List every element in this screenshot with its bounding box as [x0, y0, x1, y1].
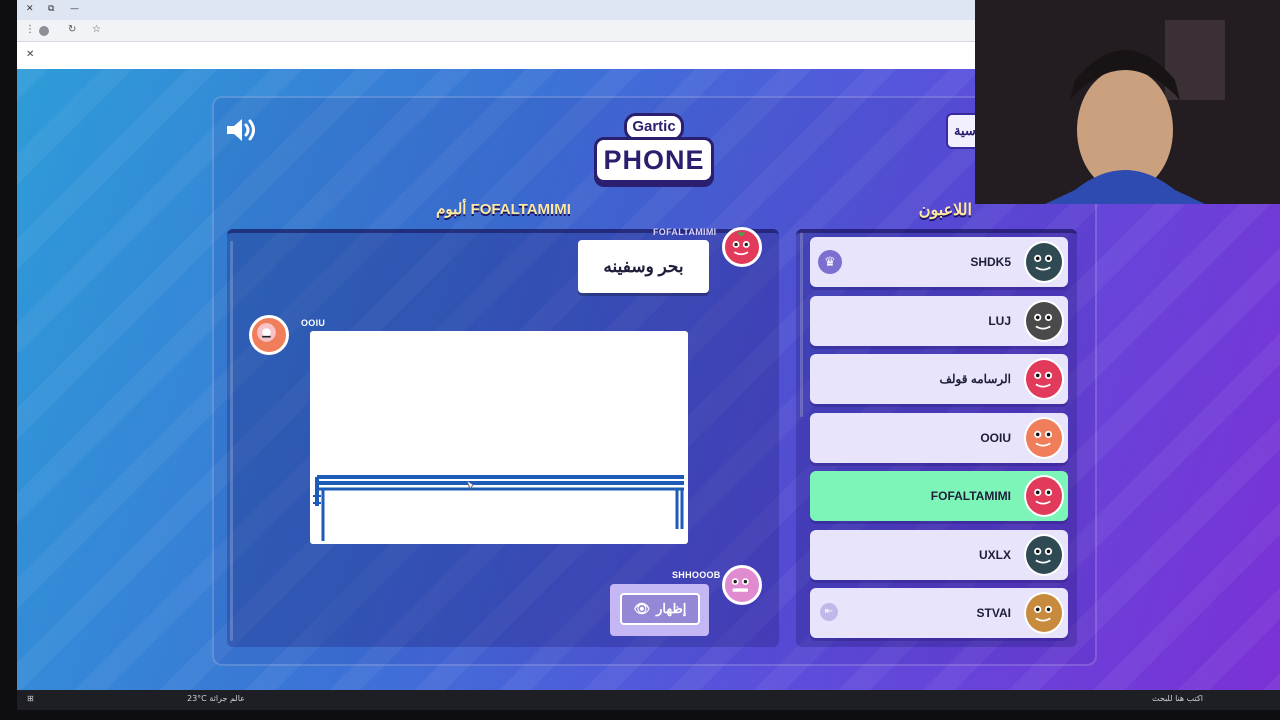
player-name: UXLX — [978, 548, 1011, 562]
players-title: اللاعبون — [918, 202, 972, 219]
taskbar: ⊞ 23°C عالم جراثة اكتب هنا للبحث — [17, 690, 1280, 710]
logo-bottom-text: PHONE — [594, 137, 714, 183]
webcam-overlay — [975, 0, 1280, 204]
entry-author: OOIU — [301, 318, 326, 328]
close-tab-icon[interactable]: ✕ — [26, 49, 34, 60]
restore-window-icon[interactable]: ⧉ — [48, 4, 54, 14]
player-name: FOFALTAMIMI — [930, 489, 1011, 503]
minimize-window-icon[interactable]: — — [70, 4, 79, 14]
album-title: ألبوم FOFALTAMIMI — [436, 201, 571, 218]
player-avatar-icon — [1024, 358, 1064, 400]
entry-text-bubble: بحر وسفينه — [578, 240, 709, 293]
address-bar: ⋮ ↻ ☆ — [17, 20, 975, 42]
kick-icon[interactable]: ⇤ — [820, 603, 838, 621]
windows-start-icon[interactable]: ⊞ — [27, 694, 34, 703]
sound-icon[interactable] — [225, 117, 259, 143]
player-avatar-icon — [1024, 241, 1064, 283]
strawberry-avatar-icon — [722, 227, 762, 267]
player-name: الرسامه قولف — [939, 372, 1011, 386]
player-avatar-icon — [1024, 475, 1064, 517]
gartic-phone-logo: Gartic PHONE — [594, 113, 714, 185]
weather-widget[interactable]: 23°C عالم جراثة — [187, 694, 245, 703]
reveal-button[interactable]: 👁 إظهار — [620, 593, 700, 625]
reveal-panel: 👁 إظهار — [610, 584, 709, 636]
site-info-icon[interactable] — [39, 26, 49, 36]
player-row[interactable]: UXLX — [810, 530, 1068, 580]
player-name: OOIU — [980, 431, 1011, 445]
player-row[interactable]: LUJ — [810, 296, 1068, 346]
player-row[interactable]: OOIU — [810, 413, 1068, 463]
bookmark-star-icon[interactable]: ☆ — [92, 24, 101, 35]
player-avatar-icon — [1024, 534, 1064, 576]
close-window-icon[interactable]: ✕ — [26, 4, 34, 14]
reload-icon[interactable]: ↻ — [68, 24, 76, 35]
entry-author: FOFALTAMIMI — [653, 227, 717, 237]
menu-dots-icon[interactable]: ⋮ — [25, 24, 35, 35]
player-name: STVAI — [976, 606, 1011, 620]
browser-title-bar: ✕ ⧉ — — [17, 0, 975, 20]
album-scroll-rail — [230, 241, 233, 641]
player-row[interactable]: ♛ SHDK5 — [810, 237, 1068, 287]
player-name: SHDK5 — [970, 255, 1011, 269]
tab-strip: ✕ — [17, 42, 975, 69]
monster-avatar-icon — [722, 565, 762, 605]
crown-icon: ♛ — [818, 250, 842, 274]
player-row[interactable]: ⇤ STVAI — [810, 588, 1068, 638]
entry-author: SHHOOOB — [672, 570, 721, 580]
player-row[interactable]: الرسامه قولف — [810, 354, 1068, 404]
player-name: LUJ — [988, 314, 1011, 328]
bottom-strip — [0, 710, 1280, 720]
eye-icon: 👁 — [633, 601, 651, 616]
player-avatar-icon — [1024, 592, 1064, 634]
player-avatar-icon — [1024, 300, 1064, 342]
reveal-label: إظهار — [656, 601, 687, 616]
drawing-canvas — [310, 331, 688, 544]
player-avatar-icon — [1024, 417, 1064, 459]
taskbar-search[interactable]: اكتب هنا للبحث — [1152, 694, 1252, 703]
donut-avatar-icon — [249, 315, 289, 355]
player-row[interactable]: FOFALTAMIMI — [810, 471, 1068, 521]
